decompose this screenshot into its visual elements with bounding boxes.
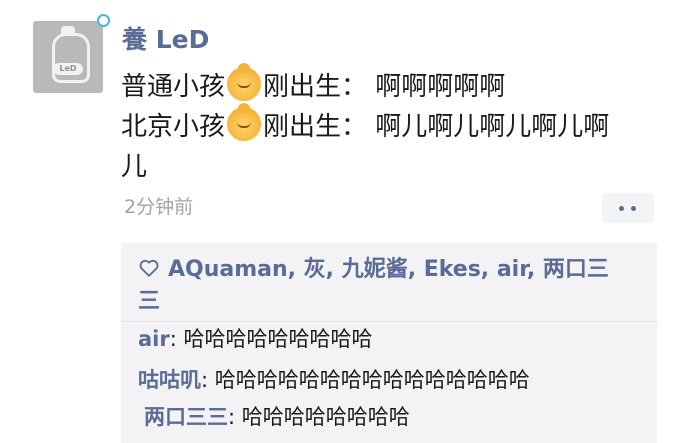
comment-text: 哈哈哈哈哈哈哈哈哈: [183, 327, 373, 351]
comment-author[interactable]: 两口三三: [144, 405, 228, 429]
post-line-3: 儿: [121, 152, 148, 182]
comment-separator: :: [228, 405, 242, 429]
likes-list: AQuaman, 灰, 九妮酱, Ekes, air, 两口三 三: [138, 254, 648, 318]
avatar-badge: LeD: [53, 63, 83, 75]
post-line-1: 普通小孩 刚出生： 啊啊啊啊啊: [121, 63, 669, 107]
username[interactable]: 養 LeD: [122, 24, 209, 56]
baby-emoji-icon: [227, 63, 262, 101]
likes-names[interactable]: AQuaman, 灰, 九妮酱, Ekes, air, 两口三: [168, 257, 609, 282]
baby-emoji-icon: [227, 103, 262, 141]
divider: [121, 321, 657, 322]
comment-author[interactable]: air: [138, 327, 170, 351]
more-options-button[interactable]: [602, 193, 654, 223]
comment-text: 哈哈哈哈哈哈哈哈哈哈哈哈哈哈哈: [214, 368, 530, 392]
comment-separator: :: [201, 368, 215, 392]
comment-author[interactable]: 咕咕叽: [138, 368, 201, 392]
comment-item[interactable]: 咕咕叽: 哈哈哈哈哈哈哈哈哈哈哈哈哈哈哈: [138, 365, 530, 395]
post-content: 普通小孩 刚出生： 啊啊啊啊啊 北京小孩 刚出生： 啊儿啊儿啊儿啊儿啊 儿: [121, 63, 669, 187]
post-line-2: 北京小孩 刚出生： 啊儿啊儿啊儿啊儿啊: [121, 103, 669, 147]
heart-icon: [139, 259, 159, 277]
comment-item[interactable]: air: 哈哈哈哈哈哈哈哈哈: [138, 324, 373, 354]
post-timestamp: 2分钟前: [124, 196, 194, 218]
dot-icon: [631, 206, 636, 211]
likes-names-cont[interactable]: 三: [138, 289, 160, 314]
bottle-shape: [52, 33, 90, 83]
avatar[interactable]: LeD: [33, 21, 103, 93]
comment-separator: :: [169, 327, 184, 351]
dot-icon: [619, 206, 624, 211]
comment-text: 哈哈哈哈哈哈哈哈: [241, 405, 410, 429]
status-ring-icon: [97, 14, 110, 27]
